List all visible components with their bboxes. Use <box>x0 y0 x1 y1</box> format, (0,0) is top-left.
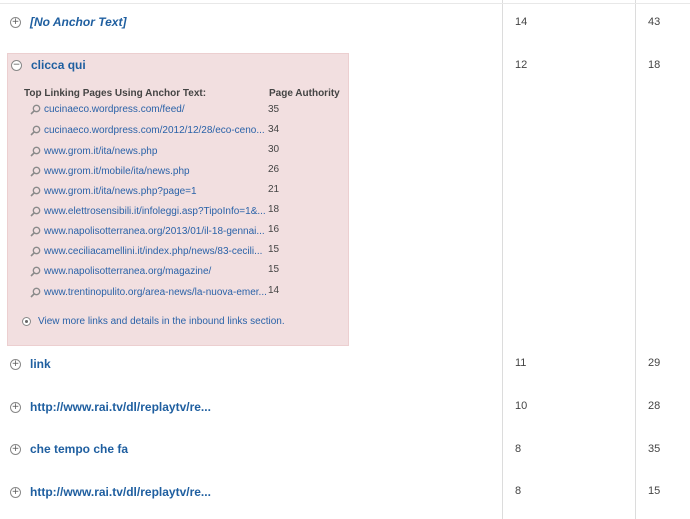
anchor-row-link[interactable]: + link <box>10 357 51 371</box>
linking-page-authority: 26 <box>268 164 280 175</box>
anchor-row-rai-url[interactable]: + http://www.rai.tv/dl/replaytv/re... <box>10 400 211 414</box>
linking-page-authority: 15 <box>268 264 280 275</box>
linking-page-authority: 15 <box>268 244 280 255</box>
linking-pages-header: Top Linking Pages Using Anchor Text: <box>24 88 207 99</box>
anchor-row-no-anchor-text[interactable]: + [No Anchor Text] <box>10 15 126 29</box>
linking-page-row: www.grom.it/ita/news.php <box>30 146 266 157</box>
linking-page-authority: 21 <box>268 184 280 195</box>
row-value-col1: 14 <box>515 16 528 28</box>
linking-page-url[interactable]: www.napolisotterranea.org/magazine/ <box>44 266 266 277</box>
linking-page-authority: 14 <box>268 285 280 296</box>
anchor-row-clicca-qui[interactable]: − clicca qui <box>11 58 86 72</box>
linking-page-authority: 16 <box>268 224 280 235</box>
expand-icon[interactable]: + <box>10 16 21 28</box>
linking-page-url[interactable]: cucinaeco.wordpress.com/2012/12/28/eco-c… <box>44 125 266 136</box>
magnifier-icon <box>30 146 41 157</box>
expand-icon[interactable]: + <box>10 358 21 370</box>
top-border <box>0 3 690 4</box>
view-more-links[interactable]: View more links and details in the inbou… <box>22 316 285 327</box>
anchor-text-link[interactable]: link <box>30 357 51 371</box>
magnifier-icon <box>30 266 41 277</box>
magnifier-icon <box>30 125 41 136</box>
linking-page-authority: 18 <box>268 204 280 215</box>
linking-page-url[interactable]: www.grom.it/ita/news.php <box>44 146 266 157</box>
anchor-text-link[interactable]: http://www.rai.tv/dl/replaytv/re... <box>30 400 211 414</box>
bullet-icon <box>22 317 31 326</box>
linking-page-url[interactable]: www.elettrosensibili.it/infoleggi.asp?Ti… <box>44 206 266 217</box>
linking-page-row: www.elettrosensibili.it/infoleggi.asp?Ti… <box>30 206 266 217</box>
magnifier-icon <box>30 186 41 197</box>
expanded-anchor-panel: − clicca qui Top Linking Pages Using Anc… <box>7 53 349 346</box>
anchor-text-link[interactable]: che tempo che fa <box>30 442 128 456</box>
anchor-text-link[interactable]: [No Anchor Text] <box>30 15 126 29</box>
row-value-col2: 29 <box>648 357 661 369</box>
row-value-col2: 35 <box>648 443 661 455</box>
row-value-col1: 8 <box>515 485 522 497</box>
row-value-col1: 8 <box>515 443 522 455</box>
linking-page-row: www.napolisotterranea.org/2013/01/il-18-… <box>30 226 266 237</box>
linking-page-row: www.ceciliacamellini.it/index.php/news/8… <box>30 246 266 257</box>
magnifier-icon <box>30 166 41 177</box>
column-divider-2 <box>635 0 636 519</box>
anchor-row-rai-url-2[interactable]: + http://www.rai.tv/dl/replaytv/re... <box>10 485 211 499</box>
expand-icon[interactable]: + <box>10 486 21 498</box>
row-value-col1: 10 <box>515 400 528 412</box>
linking-page-row: www.grom.it/ita/news.php?page=1 <box>30 186 266 197</box>
anchor-text-link[interactable]: http://www.rai.tv/dl/replaytv/re... <box>30 485 211 499</box>
linking-page-row: cucinaeco.wordpress.com/feed/ <box>30 104 266 115</box>
row-value-col1: 11 <box>515 357 527 369</box>
row-value-col2: 15 <box>648 485 661 497</box>
linking-page-url[interactable]: www.grom.it/mobile/ita/news.php <box>44 166 266 177</box>
linking-page-url[interactable]: cucinaeco.wordpress.com/feed/ <box>44 104 266 115</box>
magnifier-icon <box>30 206 41 217</box>
row-value-col2: 43 <box>648 16 661 28</box>
anchor-row-che-tempo-che-fa[interactable]: + che tempo che fa <box>10 442 128 456</box>
column-divider-1 <box>502 0 503 519</box>
expand-icon[interactable]: + <box>10 401 21 413</box>
magnifier-icon <box>30 104 41 115</box>
magnifier-icon <box>30 246 41 257</box>
row-value-col2: 28 <box>648 400 661 412</box>
row-value-col2: 18 <box>648 59 661 71</box>
collapse-icon[interactable]: − <box>11 59 22 71</box>
magnifier-icon <box>30 226 41 237</box>
linking-page-url[interactable]: www.napolisotterranea.org/2013/01/il-18-… <box>44 226 266 237</box>
linking-page-row: cucinaeco.wordpress.com/2012/12/28/eco-c… <box>30 125 266 136</box>
anchor-text-link[interactable]: clicca qui <box>31 58 86 72</box>
row-value-col1: 12 <box>515 59 528 71</box>
view-more-links-text[interactable]: View more links and details in the inbou… <box>38 316 285 327</box>
linking-page-authority: 30 <box>268 144 280 155</box>
expand-icon[interactable]: + <box>10 443 21 455</box>
linking-page-url[interactable]: www.ceciliacamellini.it/index.php/news/8… <box>44 246 266 257</box>
magnifier-icon <box>30 287 41 298</box>
linking-page-url[interactable]: www.grom.it/ita/news.php?page=1 <box>44 186 266 197</box>
linking-page-row: www.trentinopulito.org/area-news/la-nuov… <box>30 287 266 298</box>
page-authority-header: Page Authority <box>269 88 340 99</box>
linking-page-authority: 34 <box>268 124 280 135</box>
linking-page-authority: 35 <box>268 104 280 115</box>
linking-page-row: www.napolisotterranea.org/magazine/ <box>30 266 266 277</box>
linking-page-url[interactable]: www.trentinopulito.org/area-news/la-nuov… <box>44 287 266 298</box>
linking-page-row: www.grom.it/mobile/ita/news.php <box>30 166 266 177</box>
